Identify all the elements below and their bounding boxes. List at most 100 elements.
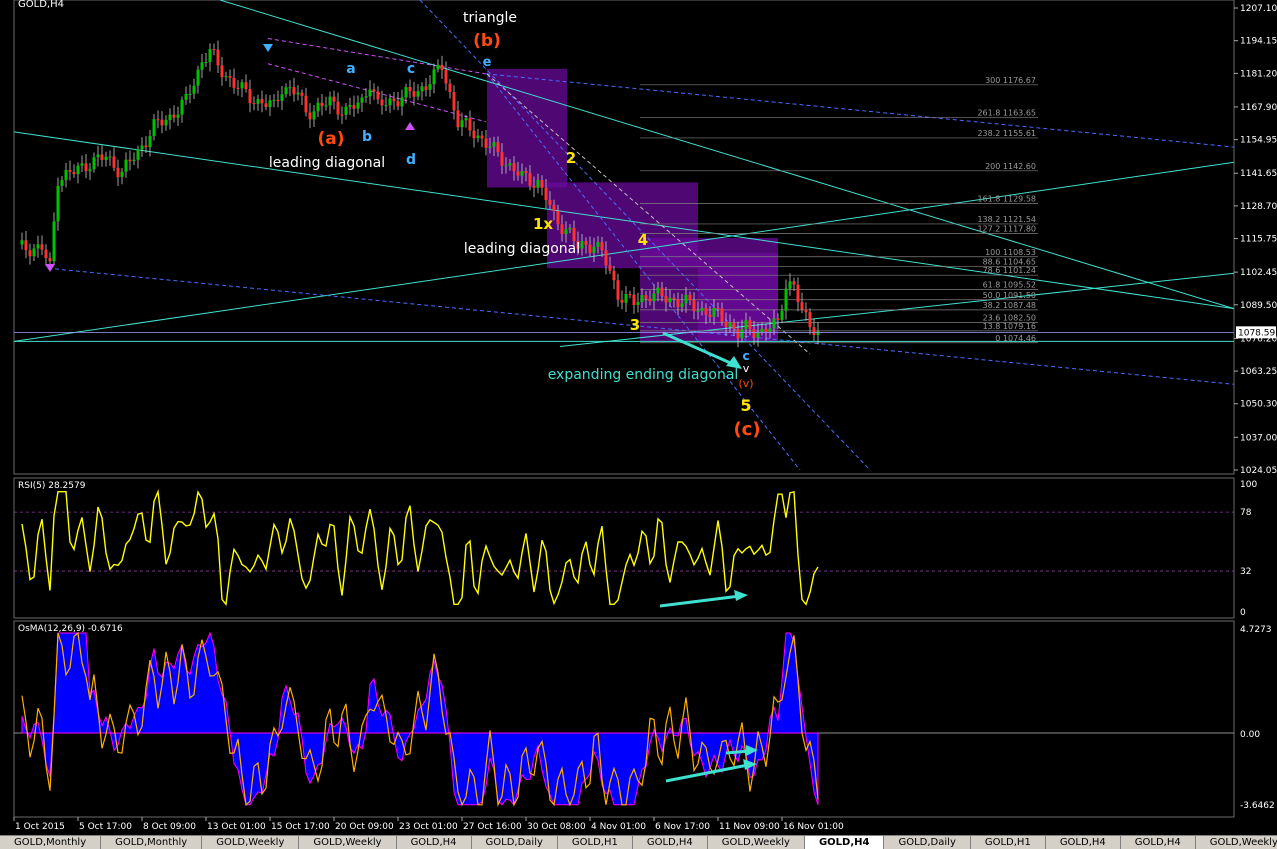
candle-body — [700, 307, 704, 311]
chart-tab[interactable]: GOLD,Weekly — [1196, 836, 1277, 849]
candle-body — [108, 156, 112, 158]
candle-body — [596, 242, 600, 247]
fib-level-label: 61.8 1095.52 — [983, 281, 1036, 290]
candle-body — [780, 310, 784, 320]
candle-body — [364, 96, 368, 98]
candle-body — [480, 135, 484, 139]
chart-tab[interactable]: GOLD,Weekly — [299, 836, 397, 849]
candle-body — [472, 130, 476, 139]
chart-tab[interactable]: GOLD,Weekly — [202, 836, 300, 849]
candle-body — [200, 62, 204, 70]
candle-body — [764, 328, 768, 332]
candle-body — [688, 294, 692, 301]
candle-body — [604, 250, 608, 266]
candle-body — [32, 248, 36, 257]
candle-body — [120, 171, 124, 178]
candle-body — [728, 322, 732, 327]
candle-body — [84, 163, 88, 172]
candle-body — [492, 142, 496, 147]
chart-tab[interactable]: GOLD,H4 — [1121, 836, 1196, 849]
candle-body — [280, 94, 284, 101]
candle-body — [204, 62, 208, 64]
candle-body — [720, 308, 724, 322]
candle-body — [784, 288, 788, 311]
candle-body — [28, 250, 32, 257]
fib-level-label: 127.2 1117.80 — [977, 224, 1036, 233]
fib-level-label: 0 1074.46 — [995, 334, 1036, 343]
candle-body — [504, 165, 508, 167]
chart-tab[interactable]: GOLD,Daily — [472, 836, 558, 849]
fib-level-label: 78.6 1101.24 — [983, 266, 1036, 275]
chart-tab[interactable]: GOLD,H4 — [397, 836, 472, 849]
candle-body — [156, 119, 160, 121]
chart-tab[interactable]: GOLD,H4 — [804, 836, 885, 849]
rsi-title: RSI(5) 28.2579 — [18, 481, 86, 491]
candle-body — [496, 142, 500, 153]
candle-body — [436, 64, 440, 70]
candle-body — [172, 114, 176, 118]
candle-body — [648, 298, 652, 302]
candle-body — [808, 312, 812, 328]
chart-tab[interactable]: GOLD,Monthly — [0, 836, 102, 849]
candle-body — [440, 64, 444, 70]
candle-body — [348, 105, 352, 107]
candle-body — [308, 112, 312, 120]
candle-body — [224, 76, 228, 78]
chart-tab[interactable]: GOLD,Weekly — [708, 836, 805, 849]
candle-body — [148, 136, 152, 148]
chart-tab[interactable]: GOLD,H1 — [971, 836, 1046, 849]
osma-tick-max: 4.7273 — [1240, 625, 1272, 635]
candle-body — [380, 99, 384, 106]
candle-body — [536, 180, 540, 188]
candle-body — [272, 99, 276, 101]
candle-body — [68, 169, 72, 172]
candle-body — [20, 240, 24, 245]
leading-diagonal-2-label: leading diagonal — [464, 241, 580, 257]
candle-body — [716, 307, 720, 309]
candle-body — [152, 119, 156, 137]
chart-tab[interactable]: GOLD,Monthly — [101, 836, 203, 849]
candle-body — [468, 118, 472, 131]
candle-body — [140, 145, 144, 150]
candle-body — [568, 227, 572, 230]
candle-body — [668, 297, 672, 303]
candle-body — [212, 49, 216, 51]
chart-tab[interactable]: GOLD,H4 — [633, 836, 708, 849]
candle-body — [584, 241, 588, 245]
candle-body — [104, 156, 108, 160]
candle-body — [192, 85, 196, 94]
chart-tab[interactable]: GOLD,H1 — [558, 836, 633, 849]
time-tick-label: 6 Nov 17:00 — [655, 822, 710, 832]
candle-body — [24, 240, 28, 251]
osma-title: OsMA(12,26,9) -0.6716 — [18, 624, 123, 634]
chart-tab[interactable]: GOLD,Daily — [884, 836, 971, 849]
candle-body — [392, 98, 396, 102]
wave-a-label: a — [346, 61, 355, 77]
candle-body — [680, 303, 684, 308]
candle-body — [276, 99, 280, 101]
candle-body — [580, 241, 584, 249]
candle-body — [136, 149, 140, 160]
candle-body — [800, 302, 804, 310]
candle-body — [128, 159, 132, 162]
wave-b-big-label: (b) — [473, 31, 501, 51]
price-tick-label: 1167.90 — [1240, 103, 1277, 113]
chart-tab[interactable]: GOLD,H4 — [1046, 836, 1121, 849]
candle-body — [132, 159, 136, 162]
candle-body — [220, 65, 224, 78]
time-tick-label: 11 Nov 09:00 — [719, 822, 780, 832]
candle-body — [112, 156, 116, 168]
price-tick-label: 1063.25 — [1240, 367, 1277, 377]
candle-body — [696, 310, 700, 312]
candle-body — [72, 171, 76, 175]
candle-body — [484, 138, 488, 148]
candle-body — [184, 93, 188, 100]
candle-body — [48, 258, 52, 262]
fib-level-label: 161.8 1129.58 — [977, 195, 1036, 204]
fib-level-label: 238.2 1155.61 — [977, 129, 1036, 138]
candle-body — [96, 154, 100, 158]
candle-body — [448, 83, 452, 93]
candle-body — [724, 321, 728, 327]
time-tick-label: 1 Oct 2015 — [15, 822, 65, 832]
triangle-label: triangle — [463, 10, 517, 26]
